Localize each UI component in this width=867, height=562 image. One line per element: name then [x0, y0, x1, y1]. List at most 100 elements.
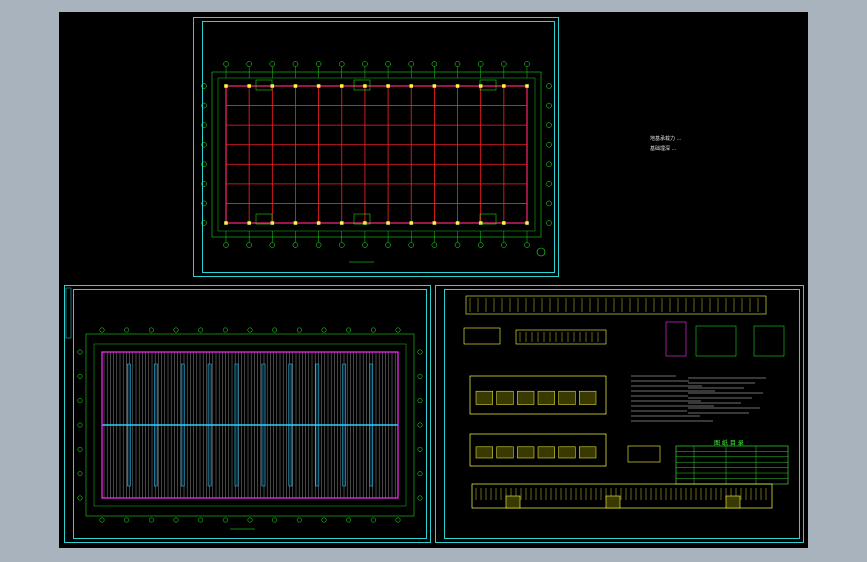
- axis-bubble-right: [417, 373, 423, 379]
- window: [475, 390, 493, 405]
- axis-bubble-bottom: [362, 242, 368, 248]
- axis-bubble-top: [385, 61, 391, 67]
- axis-bubble-bottom: [296, 517, 302, 523]
- axis-bubble-bottom: [99, 517, 105, 523]
- axis-bubble-left: [77, 471, 83, 477]
- axis-bubble-left: [77, 495, 83, 501]
- window: [517, 390, 535, 405]
- long-elevation-top: [465, 295, 767, 315]
- column-footing: [478, 84, 483, 88]
- sheet-roof-plan[interactable]: [64, 285, 431, 543]
- axis-bubble-right: [546, 200, 552, 207]
- axis-bubble-top: [246, 61, 252, 67]
- building-outline: [225, 85, 528, 224]
- detail-2: [695, 325, 737, 357]
- axis-bubble-right: [417, 446, 423, 452]
- column-footing: [224, 84, 228, 88]
- axis-bubble-left: [201, 220, 207, 226]
- axis-bubble-left: [77, 349, 83, 355]
- axis-bubble-left: [201, 200, 207, 207]
- column-footing: [270, 84, 275, 88]
- sheet-elevations-details[interactable]: 图 纸 目 录: [435, 285, 804, 543]
- axis-bubble-top: [269, 61, 276, 67]
- sheet-foundation-plan[interactable]: [193, 17, 559, 277]
- axis-bubble-top: [524, 61, 530, 67]
- column-footing: [502, 84, 506, 88]
- foundation-plan-drawing: [201, 61, 552, 263]
- roof-plan-drawing: [65, 287, 423, 530]
- axis-bubble-bottom: [346, 517, 352, 523]
- axis-bubble-top: [223, 61, 229, 67]
- window: [496, 390, 514, 405]
- axis-bubble-top: [292, 61, 299, 67]
- column-footing: [409, 221, 413, 225]
- sheet-note-2: 基础埋深 ...: [650, 146, 677, 152]
- column-footing: [316, 221, 321, 225]
- axis-bubble-bottom: [173, 517, 179, 523]
- axis-bubble-top: [222, 327, 228, 333]
- axis-bubble-top: [501, 61, 507, 67]
- sheet-title-strip: [65, 287, 72, 339]
- axis-bubble-bottom: [385, 242, 391, 248]
- axis-bubble-right: [546, 220, 552, 226]
- cad-viewport[interactable]: 地基承载力 ... 基础埋深 ... 图 纸 目 录: [59, 12, 808, 548]
- window: [558, 446, 576, 459]
- door: [725, 495, 741, 509]
- axis-bubble-left: [77, 398, 83, 404]
- window: [475, 446, 493, 459]
- axis-bubble-bottom: [431, 242, 438, 248]
- sheet-note-1: 地基承载力 ...: [650, 136, 682, 142]
- axis-bubble-bottom: [246, 242, 252, 248]
- axis-bubble-bottom: [247, 517, 253, 523]
- axis-bubble-bottom: [501, 242, 507, 248]
- axis-bubble-left: [77, 446, 83, 452]
- column-footing: [432, 84, 437, 88]
- column-footing: [340, 221, 344, 225]
- axis-bubble-top: [395, 327, 401, 333]
- axis-bubble-top: [99, 327, 105, 333]
- axis-bubble-left: [77, 373, 83, 379]
- axis-bubble-bottom: [269, 242, 276, 248]
- axis-bubble-top: [454, 61, 461, 67]
- axis-bubble-bottom: [198, 517, 204, 523]
- window: [537, 390, 555, 405]
- column-footing: [502, 221, 506, 225]
- axis-bubble-right: [417, 471, 423, 477]
- axis-bubble-right: [546, 102, 552, 109]
- axis-bubble-bottom: [148, 517, 154, 523]
- column-footing: [224, 221, 228, 225]
- axis-bubble-right: [417, 422, 423, 428]
- axis-bubble-bottom: [408, 242, 414, 248]
- axis-bubble-top: [431, 61, 438, 67]
- axis-bubble-top: [315, 61, 322, 67]
- axis-bubble-bottom: [339, 242, 345, 248]
- door-opening: [255, 79, 273, 91]
- axis-bubble-right: [417, 398, 423, 404]
- column-footing: [525, 221, 529, 225]
- column-footing: [363, 84, 367, 88]
- axis-bubble-bottom: [222, 517, 228, 523]
- column-footing: [386, 221, 390, 225]
- axis-bubble-right: [546, 141, 552, 148]
- axis-bubble-right: [546, 161, 552, 168]
- legend-block: [627, 445, 661, 463]
- axis-bubble-left: [201, 161, 207, 168]
- axis-bubble-bottom: [124, 517, 130, 523]
- axis-bubble-top: [339, 61, 345, 67]
- axis-bubble-left: [77, 422, 83, 428]
- column-footing: [432, 221, 437, 225]
- window: [517, 446, 535, 459]
- axis-bubble-right: [417, 495, 423, 501]
- axis-bubble-left: [201, 102, 207, 109]
- axis-bubble-top: [477, 61, 484, 67]
- axis-bubble-bottom: [272, 517, 278, 523]
- axis-bubble-bottom: [223, 242, 229, 248]
- axis-bubble-left: [201, 141, 207, 148]
- column-footing: [293, 84, 298, 88]
- axis-bubble-top: [148, 327, 154, 333]
- window: [537, 446, 555, 459]
- elevations-drawing: [463, 295, 789, 509]
- axis-bubble-right: [546, 181, 552, 187]
- column-footing: [247, 84, 251, 88]
- detail-3: [753, 325, 785, 357]
